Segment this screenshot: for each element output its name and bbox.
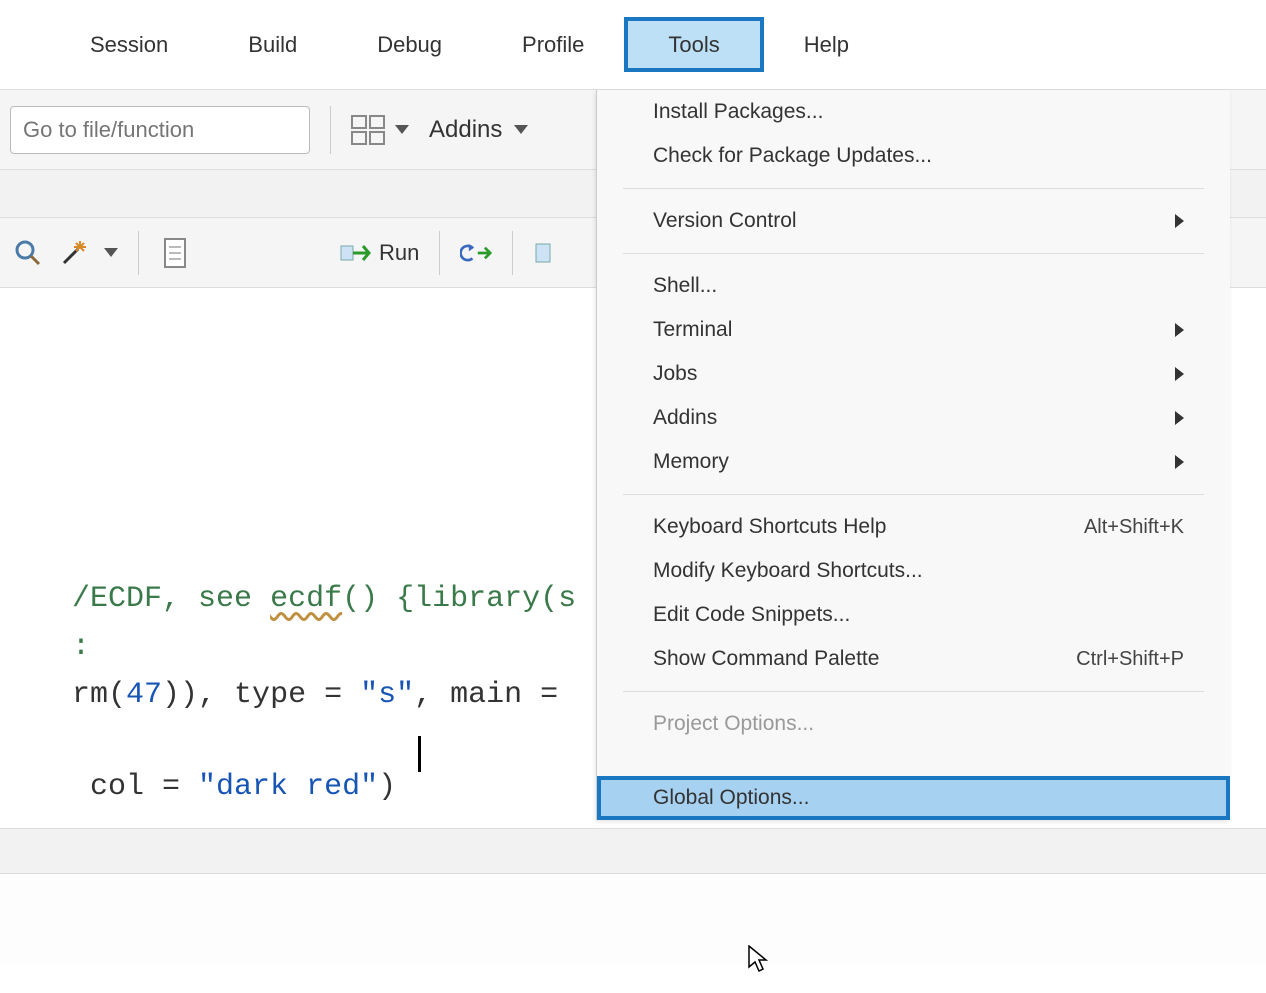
mouse-pointer-icon — [748, 945, 768, 979]
menu-item-shortcut: Ctrl+Shift+P — [1076, 648, 1184, 671]
code-text: () {library(s — [342, 582, 576, 616]
menu-item-label: Global Options... — [653, 786, 809, 810]
text-cursor — [418, 736, 421, 772]
menu-profile[interactable]: Profile — [482, 17, 624, 72]
chevron-right-icon — [1175, 455, 1184, 469]
menu-item-label: Check for Package Updates... — [653, 144, 932, 168]
source-icon[interactable] — [533, 237, 565, 269]
menu-check-updates[interactable]: Check for Package Updates... — [597, 134, 1230, 178]
menu-item-label: Keyboard Shortcuts Help — [653, 515, 886, 539]
menu-shell[interactable]: Shell... — [597, 264, 1230, 308]
menu-global-options[interactable]: Global Options... — [597, 776, 1230, 820]
chevron-down-icon — [104, 248, 118, 257]
code-text: /ECDF, see — [72, 582, 270, 616]
workspace-panes-button[interactable] — [351, 115, 409, 145]
menu-project-options: Project Options... — [597, 702, 1230, 746]
menu-tools[interactable]: Tools — [624, 17, 763, 72]
menu-build[interactable]: Build — [208, 17, 337, 72]
addins-label: Addins — [429, 116, 502, 144]
code-text: )), type = — [162, 678, 360, 712]
find-icon[interactable] — [12, 237, 44, 269]
menu-separator — [623, 253, 1204, 254]
menu-item-label: Addins — [653, 406, 717, 430]
menu-item-shortcut: Alt+Shift+K — [1084, 516, 1184, 539]
chevron-right-icon — [1175, 214, 1184, 228]
code-text: ) — [378, 770, 396, 804]
chevron-right-icon — [1175, 323, 1184, 337]
code-text: , main = — [414, 678, 576, 712]
separator — [512, 231, 513, 275]
chevron-right-icon — [1175, 411, 1184, 425]
menu-item-label: Project Options... — [653, 712, 814, 736]
separator — [439, 231, 440, 275]
toolbar-divider — [330, 106, 331, 154]
menu-separator — [623, 494, 1204, 495]
run-icon — [339, 240, 373, 266]
lower-panel — [0, 874, 1266, 964]
menu-item-label: Jobs — [653, 362, 697, 386]
menu-separator — [623, 691, 1204, 692]
menu-help[interactable]: Help — [764, 17, 889, 72]
code-text: "s" — [360, 678, 414, 712]
code-text: ecdf — [270, 582, 342, 616]
menu-item-label: Show Command Palette — [653, 647, 879, 671]
addins-dropdown[interactable]: Addins — [429, 116, 528, 144]
rerun-icon[interactable] — [460, 237, 492, 269]
tools-dropdown-menu: Install Packages... Check for Package Up… — [596, 90, 1230, 820]
notebook-icon[interactable] — [159, 237, 191, 269]
magic-wand-icon[interactable] — [58, 237, 90, 269]
code-text: "dark red" — [198, 770, 378, 804]
menu-edit-snippets[interactable]: Edit Code Snippets... — [597, 593, 1230, 637]
separator — [138, 231, 139, 275]
code-text: rm( — [72, 678, 126, 712]
menu-session[interactable]: Session — [50, 17, 208, 72]
run-label: Run — [379, 240, 419, 266]
menu-version-control[interactable]: Version Control — [597, 199, 1230, 243]
chevron-down-icon — [514, 125, 528, 134]
menu-install-packages[interactable]: Install Packages... — [597, 90, 1230, 134]
goto-file-input[interactable] — [10, 106, 310, 154]
menu-keyboard-shortcuts-help[interactable]: Keyboard Shortcuts Help Alt+Shift+K — [597, 505, 1230, 549]
menu-item-label: Terminal — [653, 318, 732, 342]
menu-command-palette[interactable]: Show Command Palette Ctrl+Shift+P — [597, 637, 1230, 681]
menu-item-label: Install Packages... — [653, 100, 823, 124]
menu-debug[interactable]: Debug — [337, 17, 482, 72]
menu-addins[interactable]: Addins — [597, 396, 1230, 440]
menu-item-label: Version Control — [653, 209, 797, 233]
menu-memory[interactable]: Memory — [597, 440, 1230, 484]
chevron-right-icon — [1175, 367, 1184, 381]
menu-modify-shortcuts[interactable]: Modify Keyboard Shortcuts... — [597, 549, 1230, 593]
code-text: 47 — [126, 678, 162, 712]
menu-terminal[interactable]: Terminal — [597, 308, 1230, 352]
menu-item-label: Edit Code Snippets... — [653, 603, 850, 627]
grid-icon — [351, 115, 387, 145]
menu-item-label: Memory — [653, 450, 729, 474]
run-button[interactable]: Run — [339, 240, 419, 266]
code-text: col = — [72, 770, 198, 804]
menu-item-label: Shell... — [653, 274, 717, 298]
menu-item-label: Modify Keyboard Shortcuts... — [653, 559, 923, 583]
menu-separator — [623, 188, 1204, 189]
chevron-down-icon — [395, 125, 409, 134]
menu-bar: Session Build Debug Profile Tools Help — [0, 0, 1266, 90]
menu-jobs[interactable]: Jobs — [597, 352, 1230, 396]
